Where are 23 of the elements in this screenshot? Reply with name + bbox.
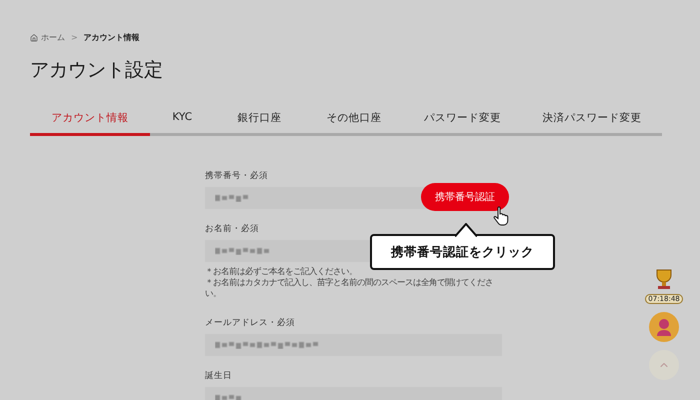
tab[interactable]: その他口座	[305, 105, 402, 136]
tab[interactable]: 決済パスワード変更	[522, 105, 662, 136]
avatar-icon	[656, 318, 672, 336]
tab[interactable]: アカウント情報	[30, 105, 150, 136]
field-label: 誕生日	[205, 370, 232, 382]
field-label: メールアドレス・必須	[205, 317, 295, 329]
page-title: アカウント設定	[30, 58, 164, 83]
tab[interactable]: パスワード変更	[402, 105, 522, 136]
input-field[interactable]	[205, 334, 502, 356]
field-note: ＊お名前はカタカナで記入し、苗字と名前の間のスペースは全角で開けてください。	[205, 277, 494, 299]
breadcrumb-separator: >	[71, 33, 78, 42]
field-label: 携帯番号・必須	[205, 170, 268, 182]
breadcrumb-current: アカウント情報	[84, 32, 140, 43]
hand-cursor-icon	[493, 206, 509, 226]
field-note: ＊お名前は必ずご本名をご記入ください。	[205, 266, 358, 277]
verify-button[interactable]: 携帯番号認証	[421, 183, 509, 211]
field-label: お名前・必須	[205, 223, 259, 235]
avatar-button[interactable]	[649, 312, 679, 342]
breadcrumb-link[interactable]: ホーム	[30, 32, 65, 43]
home-icon	[30, 34, 38, 42]
tab[interactable]: 銀行口座	[214, 105, 306, 136]
tab[interactable]: KYC	[150, 105, 214, 136]
callout-text: 携帯番号認証をクリック	[391, 244, 534, 260]
